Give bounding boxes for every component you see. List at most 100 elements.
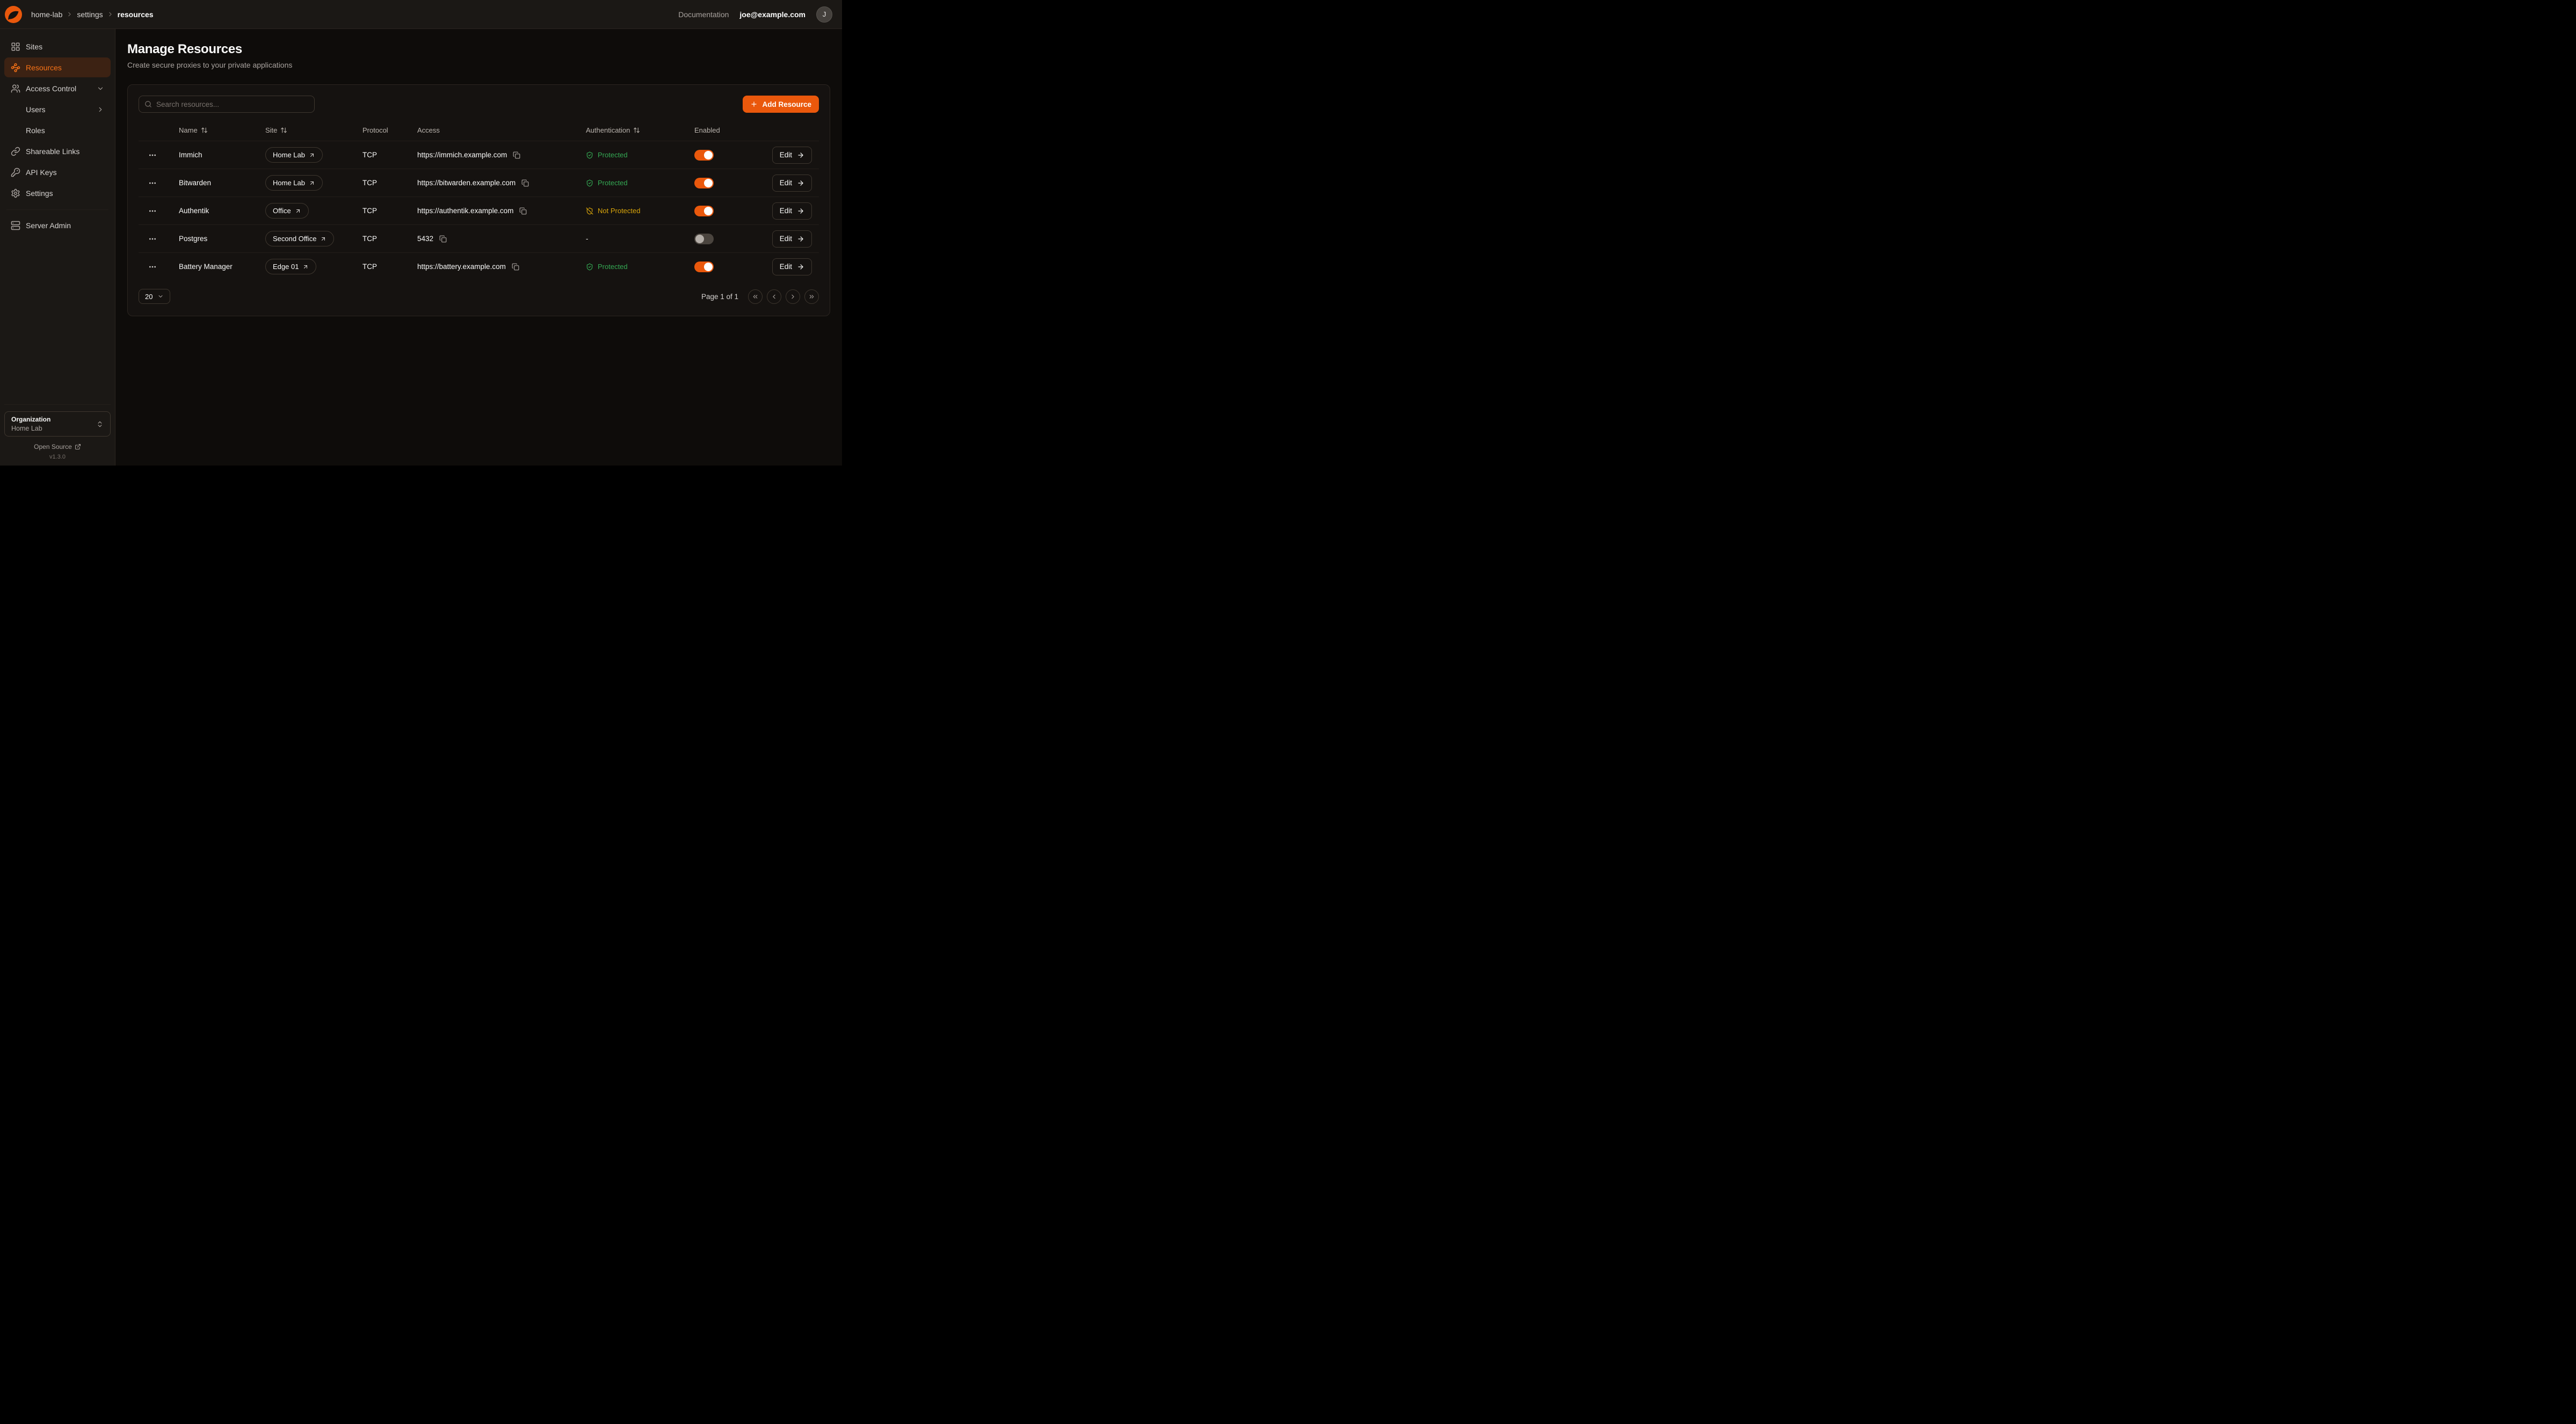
site-name: Edge 01 (273, 263, 299, 271)
col-site[interactable]: Site (265, 126, 362, 134)
row-menu-button[interactable] (146, 149, 159, 162)
edit-button[interactable]: Edit (772, 147, 812, 164)
auth-status: Protected (586, 151, 628, 159)
sidebar-item-sites[interactable]: Sites (4, 37, 111, 56)
ellipsis-icon (148, 151, 157, 159)
page-size-select[interactable]: 20 (139, 289, 170, 304)
sidebar-item-label: Roles (26, 126, 45, 135)
edit-label: Edit (780, 179, 792, 187)
chevron-right-icon (107, 11, 114, 18)
breadcrumb-settings[interactable]: settings (77, 10, 103, 19)
sidebar-item-label: API Keys (26, 168, 57, 177)
sidebar-item-roles[interactable]: Roles (4, 120, 111, 140)
site-link[interactable]: Second Office (265, 231, 334, 246)
auth-status: Not Protected (586, 207, 641, 215)
search-box (139, 96, 315, 113)
org-value: Home Lab (11, 425, 50, 432)
users-group-icon (11, 84, 20, 93)
sidebar-item-resources[interactable]: Resources (4, 57, 111, 77)
sidebar-item-server-admin[interactable]: Server Admin (4, 215, 111, 235)
row-menu-button[interactable] (146, 205, 159, 217)
resource-name: Postgres (179, 235, 265, 243)
table-row: Bitwarden Home Lab TCP https://bitwarden… (139, 169, 819, 197)
enabled-toggle[interactable] (694, 178, 714, 188)
protocol: TCP (362, 235, 417, 243)
sidebar-item-label: Access Control (26, 84, 76, 93)
copy-button[interactable] (511, 262, 520, 272)
avatar[interactable]: J (816, 6, 832, 23)
app-logo[interactable] (4, 5, 23, 24)
chevron-right-icon (66, 11, 73, 18)
open-source-link[interactable]: Open Source (4, 443, 111, 451)
auth-label: Protected (598, 179, 628, 187)
site-link[interactable]: Edge 01 (265, 259, 316, 274)
add-resource-button[interactable]: Add Resource (743, 96, 819, 113)
site-link[interactable]: Home Lab (265, 175, 323, 191)
documentation-link[interactable]: Documentation (678, 10, 729, 19)
auth-status: - (586, 235, 588, 243)
site-link[interactable]: Home Lab (265, 147, 323, 163)
prev-page-button[interactable] (767, 289, 781, 304)
site-name: Second Office (273, 235, 316, 243)
resource-name: Immich (179, 151, 265, 159)
first-page-button[interactable] (748, 289, 763, 304)
sidebar-item-settings[interactable]: Settings (4, 183, 111, 203)
org-selector[interactable]: Organization Home Lab (4, 411, 111, 437)
enabled-toggle[interactable] (694, 150, 714, 161)
enabled-toggle[interactable] (694, 206, 714, 216)
sidebar-item-api-keys[interactable]: API Keys (4, 162, 111, 182)
table-header: Name Site Protocol Access Authenticati (139, 119, 819, 141)
sidebar-item-shareable-links[interactable]: Shareable Links (4, 141, 111, 161)
row-menu-button[interactable] (146, 233, 159, 245)
copy-button[interactable] (520, 178, 530, 188)
shield-off-icon (586, 207, 593, 215)
arrow-right-icon (797, 207, 804, 215)
edit-button[interactable]: Edit (772, 202, 812, 220)
page-size-value: 20 (145, 293, 153, 301)
plus-icon (750, 100, 758, 108)
ellipsis-icon (148, 263, 157, 271)
enabled-toggle[interactable] (694, 261, 714, 272)
row-menu-button[interactable] (146, 260, 159, 273)
sidebar-item-label: Resources (26, 63, 62, 72)
sidebar-item-users[interactable]: Users (4, 99, 111, 119)
edit-button[interactable]: Edit (772, 175, 812, 192)
auth-label: Not Protected (598, 207, 641, 215)
external-link-icon (309, 180, 315, 186)
resources-card: Add Resource Name Site Protocol (127, 84, 830, 316)
col-name[interactable]: Name (179, 126, 265, 134)
last-page-button[interactable] (804, 289, 819, 304)
col-protocol: Protocol (362, 126, 417, 134)
resources-toolbar: Add Resource (139, 96, 819, 113)
auth-label: - (586, 235, 588, 243)
table-row: Immich Home Lab TCP https://immich.examp… (139, 141, 819, 169)
edit-button[interactable]: Edit (772, 258, 812, 275)
chevrons-up-down-icon (96, 420, 104, 428)
sidebar-item-access-control[interactable]: Access Control (4, 78, 111, 98)
next-page-button[interactable] (786, 289, 800, 304)
copy-icon (513, 151, 520, 159)
row-menu-button[interactable] (146, 177, 159, 190)
copy-button[interactable] (438, 234, 448, 244)
edit-label: Edit (780, 207, 792, 215)
topbar-right: Documentation joe@example.com J (678, 6, 832, 23)
chevron-right-icon (789, 293, 796, 300)
col-authentication[interactable]: Authentication (586, 126, 694, 134)
arrow-right-icon (797, 235, 804, 243)
protocol: TCP (362, 151, 417, 159)
sidebar-item-label: Shareable Links (26, 147, 79, 156)
auth-status: Protected (586, 263, 628, 271)
version-label: v1.3.0 (4, 454, 111, 460)
arrow-right-icon (797, 179, 804, 187)
enabled-toggle[interactable] (694, 234, 714, 244)
user-email[interactable]: joe@example.com (739, 10, 806, 19)
copy-button[interactable] (518, 206, 528, 216)
breadcrumb-home-lab[interactable]: home-lab (31, 10, 62, 19)
key-icon (11, 168, 20, 177)
table-body: Immich Home Lab TCP https://immich.examp… (139, 141, 819, 280)
search-input[interactable] (156, 100, 309, 108)
chevrons-left-icon (752, 293, 759, 300)
copy-button[interactable] (512, 150, 521, 160)
site-link[interactable]: Office (265, 203, 309, 219)
edit-button[interactable]: Edit (772, 230, 812, 248)
